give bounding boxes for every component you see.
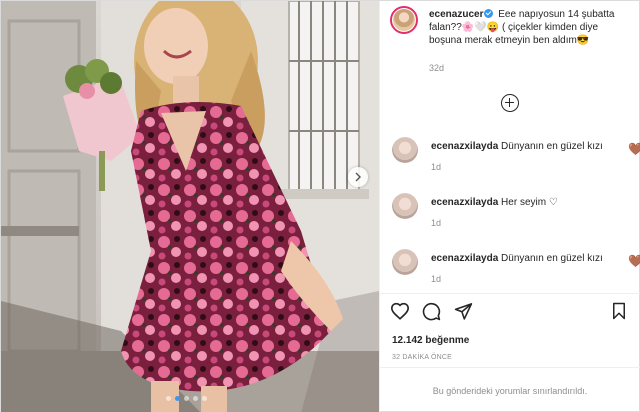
comment-like-heart-icon[interactable]: 🤎 — [628, 142, 640, 156]
verified-badge-icon — [484, 9, 494, 18]
commenter-avatar[interactable] — [392, 249, 418, 275]
carousel-dot-active — [175, 396, 180, 401]
post-photo[interactable] — [1, 1, 379, 412]
likes-count[interactable]: 12.142 beğenme — [392, 335, 469, 346]
commenter-username[interactable]: ecenazxilayda — [431, 253, 498, 264]
caption-time[interactable]: 32d — [429, 63, 444, 73]
carousel-dot — [166, 396, 171, 401]
commenter-username[interactable]: ecenazxilayda — [431, 197, 498, 208]
comments-limited-notice: Bu gönderideki yorumlar sınırlandırıldı. — [379, 367, 640, 412]
like-button heart-outline-icon[interactable] — [390, 302, 410, 320]
post-caption: ecenazucer Eee napıyosun 14 şubatta fala… — [429, 8, 640, 47]
comment-text-row: ecenazxilayda Her seyim ♡ — [431, 197, 558, 208]
load-more-comments-button plus-circle-icon[interactable] — [501, 94, 519, 112]
comment-text: Her seyim — [501, 197, 547, 208]
avatar-image — [392, 249, 418, 275]
comment-text: Dünyanın en güzel kızı — [501, 141, 603, 152]
carousel-dot — [202, 396, 207, 401]
carousel-dot — [184, 396, 189, 401]
post-action-bar — [379, 293, 640, 323]
chevron-right-icon — [355, 172, 361, 182]
carousel-dot — [193, 396, 198, 401]
avatar-image — [392, 137, 418, 163]
carousel-next-button[interactable] — [348, 167, 368, 187]
comment-time[interactable]: 1d — [431, 162, 441, 172]
commenter-avatar[interactable] — [392, 137, 418, 163]
comment-time[interactable]: 1d — [431, 218, 441, 228]
comment-like-heart-icon[interactable]: 🤎 — [628, 254, 640, 268]
caption-line-3: boşuna merak etmeyin ben aldım😎 — [429, 35, 590, 46]
caption-line-1: Eee napıyosun 14 şubatta — [498, 9, 615, 20]
instagram-post-frame: ecenazucer Eee napıyosun 14 şubatta fala… — [0, 0, 640, 412]
avatar-image — [392, 193, 418, 219]
post-side-panel: ecenazucer Eee napıyosun 14 şubatta fala… — [379, 1, 640, 412]
comment-time[interactable]: 1d — [431, 274, 441, 284]
author-username[interactable]: ecenazucer — [429, 9, 483, 20]
post-timestamp[interactable]: 32 DAKİKA ÖNCE — [392, 354, 452, 361]
commenter-avatar[interactable] — [392, 193, 418, 219]
caption-line-2: falan??🌸🤍😛 ( çiçekler kimden diye — [429, 22, 599, 33]
comment-text-row: ecenazxilayda Dünyanın en güzel kızı — [431, 253, 603, 264]
commenter-username[interactable]: ecenazxilayda — [431, 141, 498, 152]
comment-text: Dünyanın en güzel kızı — [501, 253, 603, 264]
share-button paper-plane-icon[interactable] — [454, 302, 473, 320]
author-avatar[interactable] — [390, 6, 418, 34]
avatar-image — [393, 9, 415, 31]
carousel-dots — [166, 396, 207, 401]
comment-inline-heart-icon: ♡ — [548, 197, 558, 208]
save-button bookmark-icon[interactable] — [611, 302, 627, 320]
comment-text-row: ecenazxilayda Dünyanın en güzel kızı — [431, 141, 603, 152]
comment-button comment-bubble-icon[interactable] — [422, 302, 441, 321]
photo-illustration — [1, 1, 379, 412]
